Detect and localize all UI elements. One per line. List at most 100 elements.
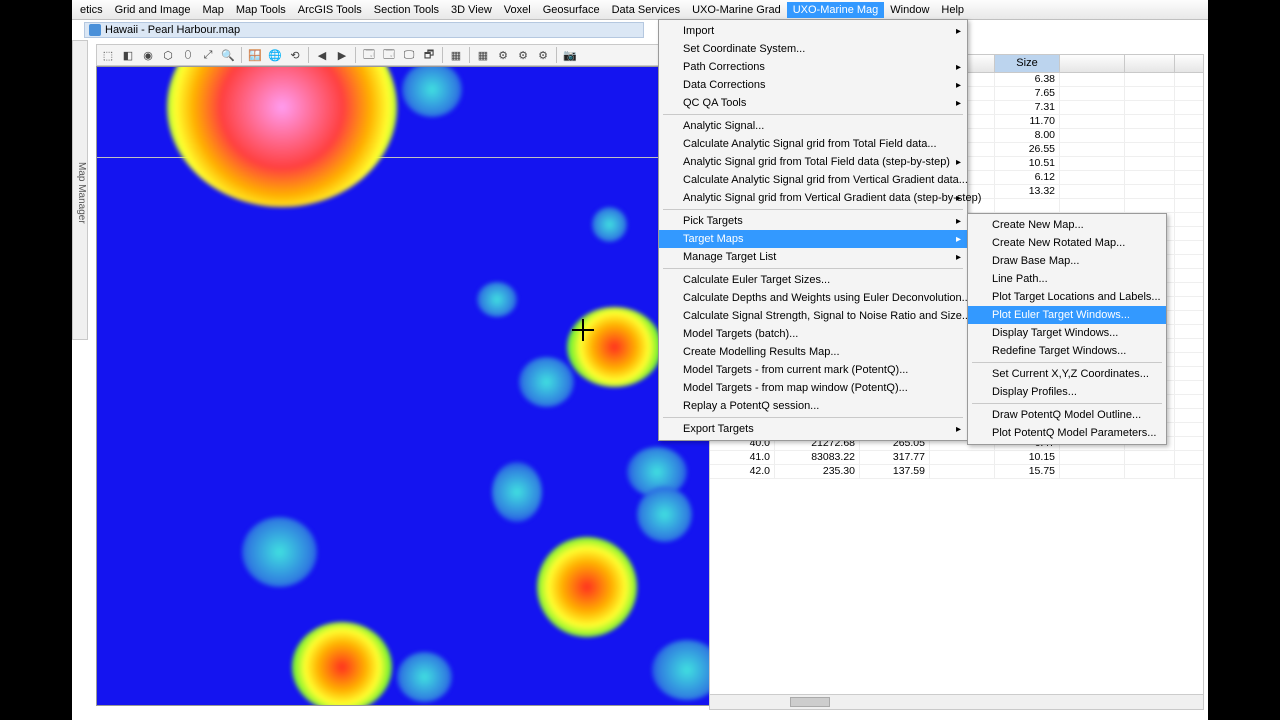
toolbar-button[interactable]: ⚙ <box>514 46 532 64</box>
menu-item[interactable]: Redefine Target Windows... <box>968 342 1166 360</box>
menu-section-tools[interactable]: Section Tools <box>368 2 445 18</box>
anomaly-blob <box>537 537 637 637</box>
submenu-arrow-icon: ▸ <box>956 62 961 73</box>
submenu-arrow-icon: ▸ <box>956 26 961 37</box>
menu-map-tools[interactable]: Map Tools <box>230 2 292 18</box>
menu-item[interactable]: Line Path... <box>968 270 1166 288</box>
anomaly-blob <box>292 622 392 706</box>
anomaly-blob <box>397 652 452 702</box>
toolbar-button[interactable]: ⚙ <box>494 46 512 64</box>
uxo-marine-mag-menu: Import▸Set Coordinate System...Path Corr… <box>658 19 968 441</box>
toolbar-button[interactable]: 🔍 <box>219 46 237 64</box>
toolbar-button[interactable]: ⬚ <box>99 46 117 64</box>
menu-item[interactable]: Plot PotentQ Model Parameters... <box>968 424 1166 442</box>
toolbar-button[interactable]: 🗔 <box>360 46 378 64</box>
menu-uxo-marine-grad[interactable]: UXO-Marine Grad <box>686 2 787 18</box>
menu-item[interactable]: Path Corrections▸ <box>659 58 967 76</box>
menu-item[interactable]: Calculate Analytic Signal grid from Tota… <box>659 135 967 153</box>
submenu-arrow-icon: ▸ <box>956 424 961 435</box>
menu-item[interactable]: Calculate Analytic Signal grid from Vert… <box>659 171 967 189</box>
menu-item[interactable]: Calculate Euler Target Sizes... <box>659 271 967 289</box>
menu-item[interactable]: QC QA Tools▸ <box>659 94 967 112</box>
toolbar-button[interactable]: ⟲ <box>286 46 304 64</box>
anomaly-blob <box>519 357 574 407</box>
scrollbar-thumb[interactable] <box>790 697 830 707</box>
column-header-size[interactable]: Size <box>995 55 1060 72</box>
map-manager-sidebar[interactable]: Map Manager <box>72 40 88 340</box>
table-row[interactable]: 41.083083.22317.7710.15 <box>710 451 1203 465</box>
menu-item[interactable]: Draw PotentQ Model Outline... <box>968 406 1166 424</box>
menu-item[interactable]: Calculate Signal Strength, Signal to Noi… <box>659 307 967 325</box>
table-row[interactable]: 42.0235.30137.5915.75 <box>710 465 1203 479</box>
map-viewport[interactable] <box>96 66 724 706</box>
submenu-arrow-icon: ▸ <box>956 80 961 91</box>
menu-item[interactable]: Analytic Signal grid from Vertical Gradi… <box>659 189 967 207</box>
submenu-arrow-icon: ▸ <box>956 252 961 263</box>
menu-item[interactable]: Create New Rotated Map... <box>968 234 1166 252</box>
toolbar-button[interactable]: ⬡ <box>159 46 177 64</box>
document-title-bar: Hawaii - Pearl Harbour.map <box>84 22 644 38</box>
toolbar-button[interactable]: 🌐 <box>266 46 284 64</box>
anomaly-blob <box>242 517 317 587</box>
menu-item[interactable]: Model Targets - from current mark (Poten… <box>659 361 967 379</box>
menu-geosurface[interactable]: Geosurface <box>537 2 606 18</box>
document-title: Hawaii - Pearl Harbour.map <box>105 24 240 36</box>
menu-item[interactable]: Data Corrections▸ <box>659 76 967 94</box>
menu-item[interactable]: Analytic Signal... <box>659 117 967 135</box>
toolbar-button[interactable]: 🖵 <box>400 46 418 64</box>
menu-map[interactable]: Map <box>196 2 229 18</box>
menu-arcgis-tools[interactable]: ArcGIS Tools <box>292 2 368 18</box>
menu-item[interactable]: Display Profiles... <box>968 383 1166 401</box>
toolbar-button[interactable]: ◧ <box>119 46 137 64</box>
column-header[interactable] <box>1125 55 1175 72</box>
menu-etics[interactable]: etics <box>74 2 109 18</box>
toolbar-button[interactable]: 🪟 <box>246 46 264 64</box>
toolbar-button[interactable]: 🗔 <box>380 46 398 64</box>
anomaly-blob <box>492 462 542 522</box>
menu-item[interactable]: Set Coordinate System... <box>659 40 967 58</box>
menu-item[interactable]: Plot Euler Target Windows... <box>968 306 1166 324</box>
menu-item[interactable]: Plot Target Locations and Labels... <box>968 288 1166 306</box>
submenu-arrow-icon: ▸ <box>956 193 961 204</box>
menu-item[interactable]: Create New Map... <box>968 216 1166 234</box>
toolbar-button[interactable]: ▶ <box>333 46 351 64</box>
menu-help[interactable]: Help <box>935 2 970 18</box>
menu-item[interactable]: Pick Targets▸ <box>659 212 967 230</box>
menu-voxel[interactable]: Voxel <box>498 2 537 18</box>
anomaly-blob <box>592 207 627 242</box>
toolbar-button[interactable]: 🗗 <box>420 46 438 64</box>
toolbar-button[interactable]: ⤢ <box>199 46 217 64</box>
anomaly-blob <box>167 66 397 207</box>
menu-item[interactable]: Model Targets - from map window (PotentQ… <box>659 379 967 397</box>
menu-item[interactable]: Create Modelling Results Map... <box>659 343 967 361</box>
submenu-arrow-icon: ▸ <box>956 98 961 109</box>
menu-item[interactable]: Import▸ <box>659 22 967 40</box>
menu-item[interactable]: Replay a PotentQ session... <box>659 397 967 415</box>
horizontal-scrollbar[interactable] <box>710 694 1203 709</box>
toolbar-button[interactable]: ▦ <box>474 46 492 64</box>
toolbar-button[interactable]: ▦ <box>447 46 465 64</box>
menu-item[interactable]: Draw Base Map... <box>968 252 1166 270</box>
toolbar-button[interactable]: ◉ <box>139 46 157 64</box>
menu-item[interactable]: Analytic Signal grid from Total Field da… <box>659 153 967 171</box>
menu-uxo-marine-mag[interactable]: UXO-Marine Mag <box>787 2 885 18</box>
menu-item[interactable]: Set Current X,Y,Z Coordinates... <box>968 365 1166 383</box>
submenu-arrow-icon: ▸ <box>956 157 961 168</box>
menu-item[interactable]: Export Targets▸ <box>659 420 967 438</box>
menu-window[interactable]: Window <box>884 2 935 18</box>
column-header[interactable] <box>1060 55 1125 72</box>
menu-item[interactable]: Target Maps▸ <box>659 230 967 248</box>
menu-item[interactable]: Model Targets (batch)... <box>659 325 967 343</box>
map-toolbar: ⬚◧◉⬡⬯⤢🔍🪟🌐⟲◀▶🗔🗔🖵🗗▦▦⚙⚙⚙📷 <box>96 44 719 66</box>
menu-item[interactable]: Calculate Depths and Weights using Euler… <box>659 289 967 307</box>
menu-grid-and-image[interactable]: Grid and Image <box>109 2 197 18</box>
menu-item[interactable]: Manage Target List▸ <box>659 248 967 266</box>
menu-item[interactable]: Display Target Windows... <box>968 324 1166 342</box>
toolbar-button[interactable]: ◀ <box>313 46 331 64</box>
toolbar-button[interactable]: 📷 <box>561 46 579 64</box>
menu-3d-view[interactable]: 3D View <box>445 2 498 18</box>
cursor-crosshair <box>572 319 594 341</box>
toolbar-button[interactable]: ⬯ <box>179 46 197 64</box>
menu-data-services[interactable]: Data Services <box>606 2 686 18</box>
toolbar-button[interactable]: ⚙ <box>534 46 552 64</box>
